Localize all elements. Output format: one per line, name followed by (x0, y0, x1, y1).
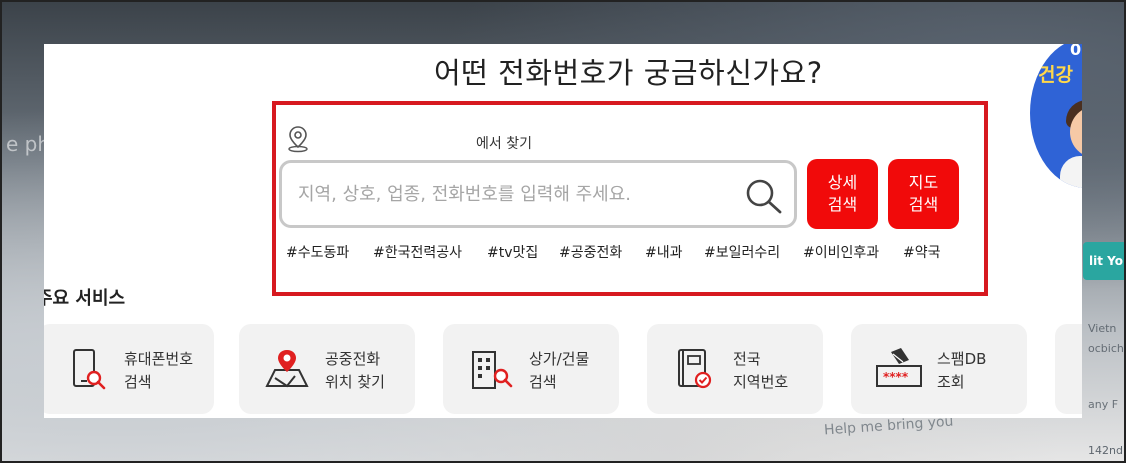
background-text: ocbich (1088, 342, 1124, 355)
service-label-line2: 지역번호 (733, 373, 789, 391)
service-label-line2: 검색 (124, 373, 152, 391)
background-text: 142nd (1088, 444, 1123, 457)
service-label-line2: 검색 (529, 373, 557, 391)
service-label-line1: 상가/건물 (529, 350, 590, 368)
page-title: 어떤 전화번호가 궁금하신가요? (434, 56, 823, 90)
search-field[interactable] (279, 160, 797, 228)
service-label-line1: 전국 (733, 350, 761, 368)
service-card-area-codes[interactable]: 전국 지역번호 (647, 324, 823, 414)
hashtag-link[interactable]: #수도동파 (286, 242, 349, 262)
detail-search-button[interactable]: 상세 검색 (807, 159, 878, 229)
building-search-icon (472, 351, 513, 389)
map-pin-icon (265, 350, 309, 388)
location-selector[interactable]: 에서 찾기 (286, 123, 786, 153)
hashtag-link[interactable]: #보일러수리 (704, 242, 780, 262)
hashtag-link[interactable]: #tv맛집 (487, 242, 538, 262)
search-input[interactable] (298, 177, 738, 211)
service-label-line1: 공중전화 (325, 350, 381, 368)
ad-text: 건강 (1038, 64, 1073, 86)
background-text: any F (1088, 398, 1119, 411)
map-search-button[interactable]: 지도 검색 (888, 159, 959, 229)
map-search-label-1: 지도 (908, 173, 939, 192)
side-ad-banner[interactable]: 0 건강 (1030, 44, 1082, 188)
search-icon[interactable] (744, 177, 784, 215)
phone-search-icon (73, 349, 106, 390)
service-label-line1: 스팸DB (937, 350, 987, 368)
spam-db-icon: **** (876, 348, 922, 387)
detail-search-label-2: 검색 (827, 195, 858, 214)
hashtag-link[interactable]: #이비인후과 (803, 242, 879, 262)
hashtag-list: #수도동파 #한국전력공사 #tv맛집 #공중전화 #내과 #보일러수리 #이비… (286, 242, 976, 262)
service-card-payphone[interactable]: 공중전화 위치 찾기 (239, 324, 415, 414)
ad-character-body (1060, 156, 1082, 188)
service-label-line2: 위치 찾기 (325, 373, 385, 391)
map-search-label-2: 검색 (908, 195, 939, 214)
hashtag-link[interactable]: #공중전화 (559, 242, 622, 262)
main-panel: 어떤 전화번호가 궁금하신가요? 0 건강 에서 찾기 상세 검색 (44, 44, 1082, 418)
background-teal-tab: lit Yo (1083, 242, 1126, 280)
services-title: 주요 서비스 (44, 288, 126, 309)
svg-text:****: **** (883, 370, 909, 384)
search-box: 에서 찾기 상세 검색 지도 검색 #수도동파 #한국전력공사 #tv맛집 #공… (272, 101, 988, 296)
service-card-spam-db[interactable]: **** 스팸DB 조회 (851, 324, 1027, 414)
ad-number: 0 (1070, 44, 1082, 59)
background-text: Vietn (1088, 322, 1117, 335)
service-label-line2: 조회 (937, 373, 965, 391)
hashtag-link[interactable]: #약국 (903, 242, 941, 262)
service-card-phone-search[interactable]: 휴대폰번호 검색 (44, 324, 214, 414)
location-pin-icon (288, 126, 308, 153)
service-card-building-search[interactable]: 상가/건물 검색 (443, 324, 619, 414)
location-label: 에서 찾기 (476, 136, 532, 152)
detail-search-label-1: 상세 (827, 173, 858, 192)
hashtag-link[interactable]: #내과 (645, 242, 683, 262)
hashtag-link[interactable]: #한국전력공사 (373, 242, 462, 262)
phonebook-icon (678, 349, 712, 389)
service-card-partial[interactable] (1055, 324, 1082, 414)
service-label-line1: 휴대폰번호 (124, 350, 194, 368)
